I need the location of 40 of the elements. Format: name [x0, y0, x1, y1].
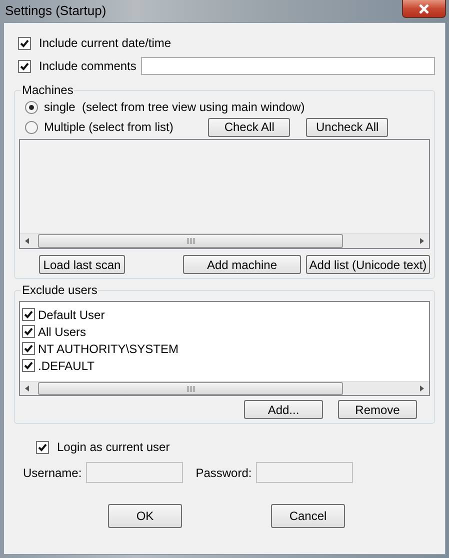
scroll-thumb[interactable]	[38, 234, 343, 248]
close-button[interactable]	[402, 0, 446, 18]
list-button[interactable]: Load last scan	[39, 255, 125, 274]
checkbox[interactable]	[18, 36, 31, 50]
list-button[interactable]: Add list (Unicode text)	[306, 255, 430, 274]
checkbox[interactable]	[22, 308, 35, 321]
checkbox[interactable]	[22, 359, 35, 372]
user-name[interactable]: NT AUTHORITY\SYSTEM	[38, 342, 178, 356]
window-title: Settings (Startup)	[5, 3, 106, 18]
user-button[interactable]: Add...	[244, 400, 323, 419]
checkbox-label: Include comments	[39, 59, 136, 73]
check-button[interactable]: Uncheck All	[306, 118, 388, 136]
scroll-thumb[interactable]	[38, 382, 343, 395]
horizontal-scrollbar[interactable]	[20, 381, 429, 395]
user-name[interactable]: All Users	[38, 324, 86, 338]
radio-button[interactable]	[25, 100, 38, 114]
checkbox[interactable]	[22, 342, 35, 355]
checkbox-label: Login as current user	[57, 440, 170, 454]
checkbox[interactable]	[18, 60, 31, 72]
horizontal-scrollbar[interactable]	[20, 233, 429, 248]
username-label: Username:	[23, 466, 82, 480]
radio-label: Multiple (select from list)	[44, 120, 174, 134]
dialog-button[interactable]: Cancel	[271, 504, 345, 528]
password-label: Password:	[196, 466, 252, 480]
user-name[interactable]: Default User	[38, 308, 105, 322]
group-title: Machines	[21, 83, 74, 97]
radio-button[interactable]	[25, 120, 38, 134]
check-button[interactable]: Check All	[208, 118, 290, 136]
user-button[interactable]: Remove	[338, 400, 417, 419]
dialog-button[interactable]: OK	[108, 504, 182, 528]
list-button[interactable]: Add machine	[183, 255, 301, 274]
close-icon	[418, 4, 430, 14]
machine-list[interactable]	[19, 139, 430, 249]
group-title: Exclude users	[21, 283, 98, 297]
checkbox[interactable]	[36, 440, 49, 454]
comments-field[interactable]	[141, 57, 435, 75]
radio-label: single (select from tree view using main window)	[44, 100, 305, 114]
checkbox[interactable]	[22, 325, 35, 338]
checkbox-label: Include current date/time	[39, 36, 172, 50]
user-name[interactable]: .DEFAULT	[38, 358, 94, 372]
